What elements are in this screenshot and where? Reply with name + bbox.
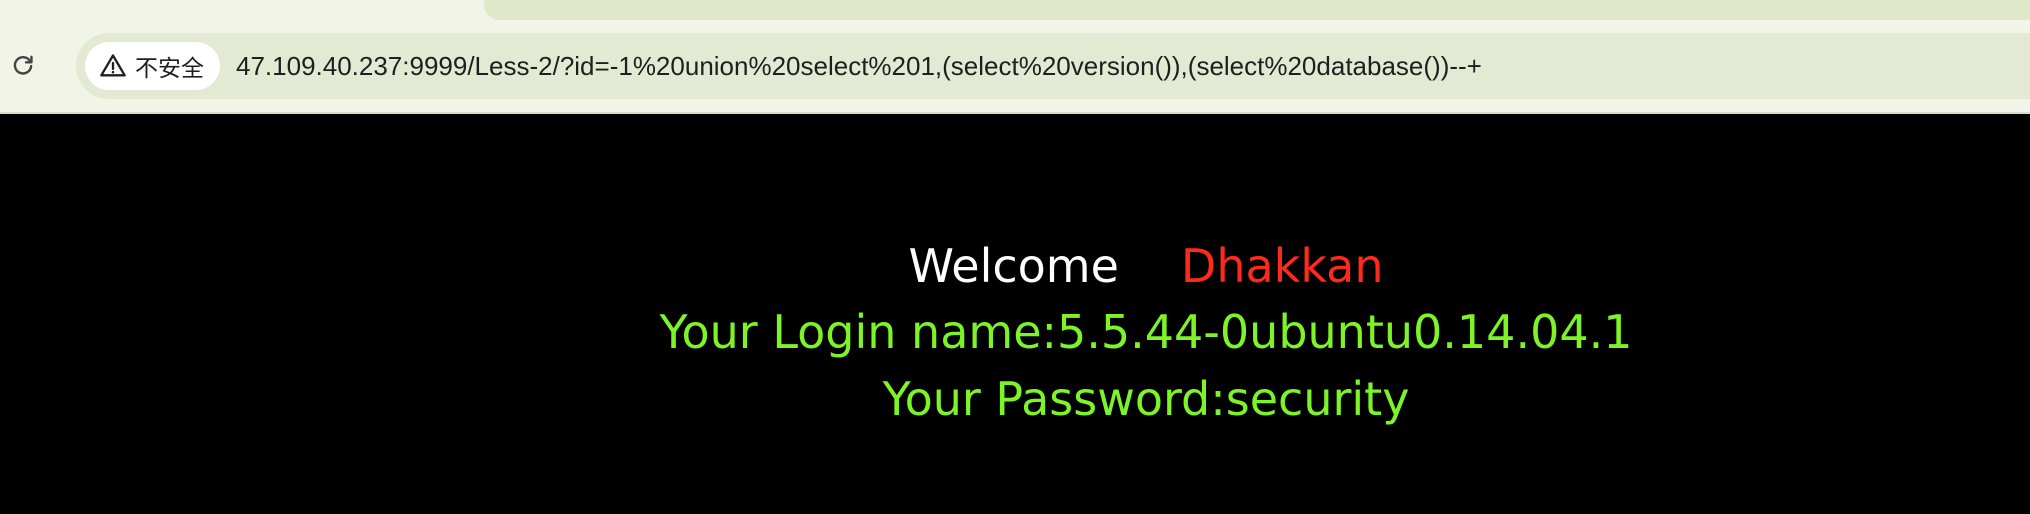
welcome-line: Welcome Dhakkan xyxy=(0,239,2030,293)
security-chip[interactable]: 不安全 xyxy=(85,42,220,90)
page-content: Welcome Dhakkan Your Login name:5.5.44-0u… xyxy=(0,114,2030,514)
address-bar[interactable]: 不安全 47.109.40.237:9999/Less-2/?id=-1%20u… xyxy=(76,33,2030,99)
url-text[interactable]: 47.109.40.237:9999/Less-2/?id=-1%20union… xyxy=(236,33,1482,99)
login-name-line: Your Login name:5.5.44-0ubuntu0.14.04.1 xyxy=(659,305,1633,359)
reload-icon[interactable] xyxy=(8,50,38,80)
browser-toolbar: 不安全 47.109.40.237:9999/Less-2/?id=-1%20u… xyxy=(0,0,2030,114)
welcome-label: Welcome xyxy=(908,239,1119,293)
warning-triangle-icon xyxy=(99,52,127,80)
security-label: 不安全 xyxy=(135,56,204,82)
tab-strip xyxy=(484,0,2030,20)
user-name: Dhakkan xyxy=(1180,239,1384,293)
password-line: Your Password:security xyxy=(882,372,1410,426)
